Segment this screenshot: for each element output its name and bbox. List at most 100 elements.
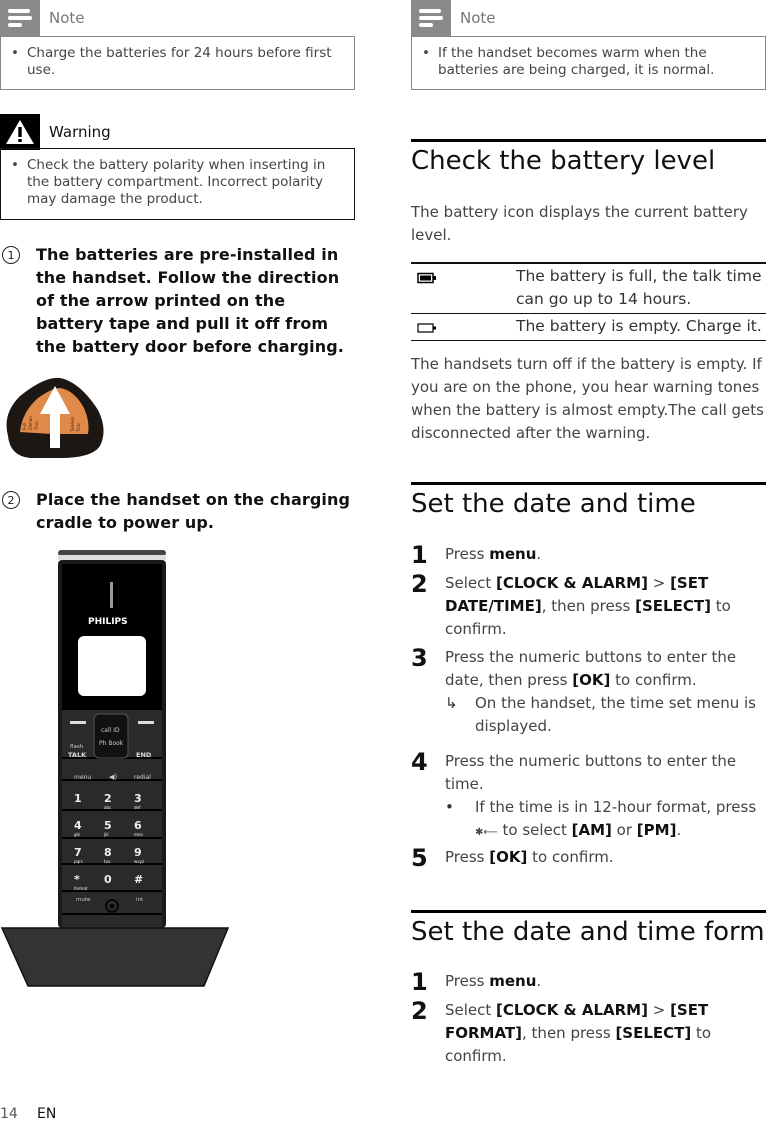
- ui-term: [CLOCK & ALARM]: [496, 1001, 648, 1019]
- datetime-section-title: Set the date and time: [411, 489, 696, 519]
- ui-term: [AM]: [571, 821, 612, 839]
- key-8: 8 tuv: [104, 846, 112, 864]
- battery-empty-icon: [411, 314, 516, 340]
- battery-empty-text: The battery is empty. Charge it.: [516, 317, 762, 335]
- ui-term: [PM]: [636, 821, 677, 839]
- step-number: 2: [411, 570, 428, 598]
- step-bullet: • If the time is in 12-hour format, press…: [445, 798, 757, 839]
- svg-text:Ziehen: Ziehen: [28, 416, 33, 430]
- phbook-key-label: Ph Book: [99, 740, 124, 747]
- battery-level-table: The battery is full, the talk time can g…: [411, 262, 766, 341]
- battery-full-text: The battery is full, the talk time can g…: [516, 267, 762, 308]
- key-3: 3 def: [134, 792, 142, 810]
- ui-term: [OK]: [572, 671, 611, 689]
- step-text: Press menu.: [445, 972, 542, 990]
- key-0: 0: [104, 873, 112, 886]
- note-callout-header-right: Note: [411, 0, 496, 36]
- step-number: 1: [2, 246, 20, 264]
- key-hash: #: [134, 873, 144, 886]
- warning-icon: [0, 114, 40, 150]
- warning-callout-header: Warning: [0, 114, 111, 150]
- svg-text:Trekken: Trekken: [70, 416, 75, 433]
- numbered-step: 1 Press menu.: [411, 970, 766, 994]
- svg-text:Tirar: Tirar: [76, 422, 81, 433]
- step-number: 5: [411, 844, 428, 872]
- note-box: • Charge the batteries for 24 hours befor…: [0, 36, 355, 90]
- page-number: 14: [0, 1106, 18, 1122]
- key-2: 2 abc: [104, 792, 112, 810]
- key-9: 9 wxyz: [134, 846, 145, 864]
- battery-outro: The handsets turn off if the battery is …: [411, 355, 764, 442]
- redial-key-label: redial: [134, 774, 151, 781]
- step-text: The batteries are pre-installed in the h…: [36, 245, 344, 356]
- keypad: 1 2 abc 3 def 4 ghi 5 jkl 6 mno 7 pqrs 8 tuv 9w…: [74, 792, 164, 895]
- star-format-key-icon: ✱⟵: [475, 827, 498, 838]
- key-4: 4 ghi: [74, 819, 82, 837]
- end-key-label: END: [136, 751, 152, 759]
- battery-row-empty: The battery is empty. Charge it.: [411, 314, 766, 341]
- warning-title: Warning: [49, 123, 111, 141]
- key-6: 6 mno: [134, 819, 143, 837]
- step-number: 2: [411, 997, 428, 1025]
- note-box-right: • If the handset becomes warm when the ba…: [411, 36, 766, 90]
- warning-text: Check the battery polarity when insertin…: [27, 157, 326, 207]
- mute-key-label: mute: [76, 897, 91, 903]
- ui-term: [OK]: [489, 848, 528, 866]
- install-step-1: 1 The batteries are pre-installed in the…: [0, 243, 356, 358]
- note-title: Note: [49, 9, 85, 27]
- result-arrow-icon: ↳: [445, 694, 458, 712]
- step-text: Press the numeric buttons to enter the d…: [445, 646, 766, 738]
- numbered-step: 3 Press the numeric buttons to enter the …: [411, 646, 766, 738]
- note-icon: [0, 0, 40, 36]
- numbered-step: 4 Press the numeric buttons to enter the …: [411, 750, 766, 844]
- note-text: If the handset becomes warm when the bat…: [438, 45, 715, 78]
- step-result: ↳ On the handset, the time set menu is di…: [445, 692, 766, 738]
- handset-screen: [78, 636, 146, 696]
- menu-key-label: menu: [74, 774, 92, 781]
- note-callout-header: Note: [0, 0, 85, 36]
- speaker-key-icon: ◀): [109, 773, 118, 781]
- numbered-step: 5 Press [OK] to confirm.: [411, 846, 766, 870]
- ui-term: [CLOCK & ALARM]: [496, 574, 648, 592]
- key-5: 5 jkl: [104, 819, 112, 837]
- ui-term: [SELECT]: [635, 597, 711, 615]
- philips-logo: PHILIPS: [88, 617, 128, 627]
- step-text: Press [OK] to confirm.: [445, 848, 614, 866]
- format-section-title: Set the date and time format: [411, 917, 766, 947]
- battery-full-icon: [411, 264, 516, 313]
- int-key-label: int: [136, 897, 144, 903]
- ui-term: menu: [489, 972, 537, 990]
- section-rule: [411, 139, 766, 142]
- step-text: Select [CLOCK & ALARM] > [SET FORMAT], t…: [445, 1001, 712, 1065]
- ui-term: menu: [489, 545, 537, 563]
- numbered-step: 2 Select [CLOCK & ALARM] > [SET DATE/TIME…: [411, 572, 766, 641]
- step-text: Press the numeric buttons to enter the t…: [445, 750, 766, 844]
- battery-section-title: Check the battery level: [411, 146, 716, 176]
- step-text: Press menu.: [445, 545, 542, 563]
- install-step-2: 2 Place the handset on the charging crad…: [0, 488, 356, 534]
- section-rule: [411, 482, 766, 485]
- step-text: Select [CLOCK & ALARM] > [SET DATE/TIME]…: [445, 574, 731, 638]
- numbered-step: 2 Select [CLOCK & ALARM] > [SET FORMAT], …: [411, 999, 766, 1068]
- step-number: 3: [411, 644, 428, 672]
- callid-key-label: call ID: [101, 727, 120, 734]
- numbered-step: 1 Press menu.: [411, 543, 766, 567]
- key-1: 1: [74, 792, 82, 805]
- battery-intro: The battery icon displays the current ba…: [411, 203, 748, 244]
- flash-key-label: flash: [70, 744, 84, 750]
- svg-text:Tirer: Tirer: [34, 421, 39, 431]
- battery-door-illustration: Pull Ziehen Tirer Trekken Tirar: [0, 374, 106, 460]
- step-number: 1: [411, 968, 428, 996]
- talk-key-label: TALK: [68, 751, 87, 759]
- key-star: * format: [74, 873, 88, 891]
- step-number: 4: [411, 748, 428, 776]
- key-7: 7 pqrs: [74, 846, 83, 864]
- ui-term: [SELECT]: [615, 1024, 692, 1042]
- note-text: Charge the batteries for 24 hours before…: [27, 45, 332, 78]
- section-rule: [411, 910, 766, 913]
- note-title: Note: [460, 9, 496, 27]
- step-text: Place the handset on the charging cradle…: [36, 490, 351, 532]
- step-number: 1: [411, 541, 428, 569]
- battery-row-full: The battery is full, the talk time can g…: [411, 264, 766, 314]
- step-number: 2: [2, 491, 20, 509]
